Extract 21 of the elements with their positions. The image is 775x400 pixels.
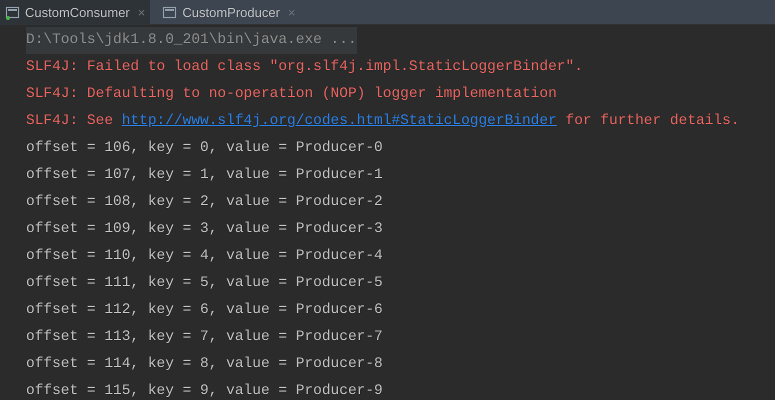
console-line: offset = 114, key = 8, value = Producer-8 [26,355,384,374]
console-line: SLF4J: Defaulting to no-operation (NOP) logger implementation [26,85,558,104]
close-icon[interactable]: × [288,2,296,22]
console-line: offset = 113, key = 7, value = Producer-7 [26,328,384,347]
console-line: offset = 115, key = 9, value = Producer-9 [26,382,384,400]
console-line: offset = 110, key = 4, value = Producer-4 [26,247,384,266]
console-window-icon [5,6,21,20]
console-link[interactable]: http://www.slf4j.org/codes.html#StaticLoggerBinder [122,108,557,135]
console-line: offset = 111, key = 5, value = Producer-5 [26,274,384,293]
console-line: offset = 112, key = 6, value = Producer-6 [26,301,384,320]
console-line: offset = 106, key = 0, value = Producer-0 [26,139,384,158]
console-line: offset = 109, key = 3, value = Producer-3 [26,220,384,239]
tab[interactable]: CustomConsumer × [0,0,150,25]
console-window-icon [162,6,178,20]
console-line: SLF4J: Failed to load class "org.slf4j.impl.StaticLoggerBinder". [26,58,584,77]
console-line: offset = 108, key = 2, value = Producer-2 [26,193,384,212]
console-line: offset = 107, key = 1, value = Producer-1 [26,166,384,185]
console-line: SLF4J: See [26,112,114,131]
tab[interactable]: CustomProducer × [150,0,308,25]
close-icon[interactable]: × [138,2,146,22]
console-line: for further details. [564,112,740,131]
